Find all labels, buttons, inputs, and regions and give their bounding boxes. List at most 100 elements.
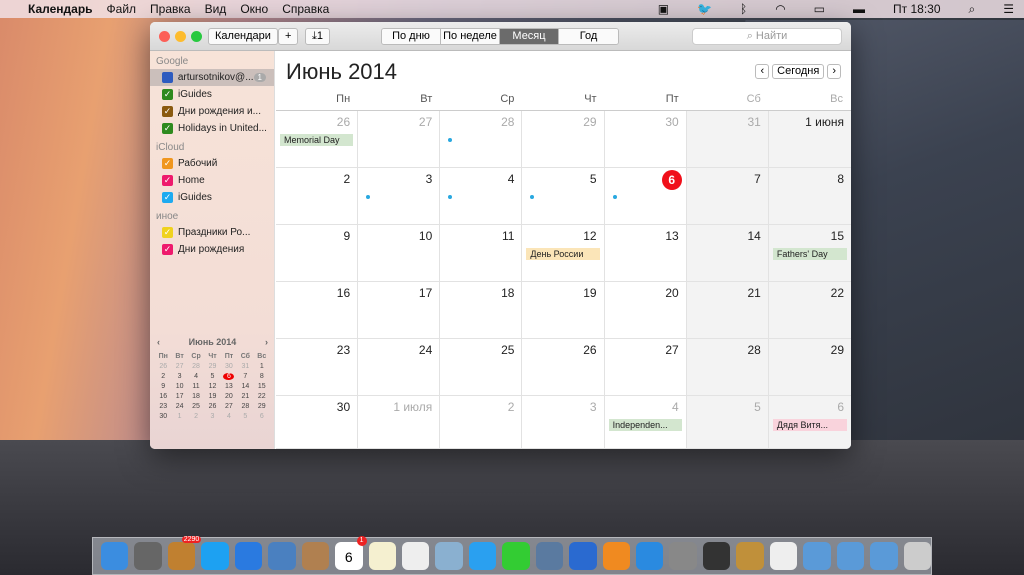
checkbox-icon[interactable]: ✓ bbox=[162, 175, 173, 186]
mini-day[interactable]: 6 bbox=[254, 413, 270, 420]
mini-day[interactable]: 26 bbox=[204, 403, 220, 410]
zoom-button[interactable] bbox=[191, 31, 202, 42]
mini-day[interactable]: 23 bbox=[155, 403, 171, 410]
spotlight-icon[interactable]: ⌕ bbox=[969, 2, 976, 17]
dock-app-icon[interactable] bbox=[669, 542, 697, 570]
dock-app-icon[interactable] bbox=[134, 542, 162, 570]
dock-app-icon[interactable]: 2290 bbox=[167, 536, 202, 570]
calendar-item[interactable]: ✓ Дни рождения и... bbox=[150, 103, 274, 120]
mini-day[interactable]: 2 bbox=[188, 413, 204, 420]
day-cell[interactable]: 29 bbox=[768, 339, 851, 396]
event[interactable]: День России bbox=[526, 248, 600, 260]
mini-day[interactable]: 6 bbox=[221, 373, 237, 380]
day-cell[interactable]: 11 bbox=[440, 225, 523, 282]
day-cell[interactable]: 15 Fathers' Day bbox=[768, 225, 851, 282]
checkbox-icon[interactable]: ✓ bbox=[162, 89, 173, 100]
tab-week[interactable]: По неделе bbox=[441, 29, 500, 44]
calendar-item[interactable]: ✓ iGuides bbox=[150, 86, 274, 103]
day-cell[interactable]: 6 Дядя Витя... bbox=[768, 396, 851, 449]
day-cell[interactable]: 30 bbox=[276, 396, 359, 449]
mini-day[interactable]: 27 bbox=[221, 403, 237, 410]
checkbox-icon[interactable]: ✓ bbox=[162, 192, 173, 203]
display-icon[interactable]: ▣ bbox=[658, 2, 669, 16]
dock-app-icon[interactable] bbox=[836, 542, 865, 570]
calendar-item[interactable]: ✓ Рабочий bbox=[150, 155, 274, 172]
twitter-icon[interactable]: 🐦 bbox=[697, 2, 712, 16]
clock[interactable]: Пт 18:30 bbox=[893, 2, 940, 16]
calendar-item[interactable]: artursotnikov@... 1 bbox=[150, 69, 274, 86]
mini-day[interactable]: 1 bbox=[254, 363, 270, 370]
menu-window[interactable]: Окно bbox=[240, 2, 268, 16]
dock-app-icon[interactable] bbox=[502, 542, 530, 570]
mini-day[interactable]: 30 bbox=[155, 413, 171, 420]
day-cell[interactable]: 21 bbox=[686, 282, 769, 339]
day-cell[interactable]: 12 День России bbox=[522, 225, 605, 282]
mini-day[interactable]: 29 bbox=[204, 363, 220, 370]
mini-day[interactable]: 4 bbox=[221, 413, 237, 420]
menu-app[interactable]: Календарь bbox=[28, 2, 93, 16]
mini-day[interactable]: 13 bbox=[221, 383, 237, 390]
calendar-item[interactable]: ✓ Holidays in United... bbox=[150, 120, 274, 137]
event[interactable]: Catch-a-plane bbox=[444, 134, 455, 146]
menu-edit[interactable]: Правка bbox=[150, 2, 191, 16]
menu-file[interactable]: Файл bbox=[107, 2, 137, 16]
mini-day[interactable]: 29 bbox=[254, 403, 270, 410]
day-cell[interactable]: 8 bbox=[768, 168, 851, 225]
event[interactable]: Дядя Витя... bbox=[772, 419, 847, 431]
event[interactable]: Деливери к... bbox=[609, 191, 620, 203]
event[interactable]: Delivery Club... bbox=[444, 191, 455, 203]
flag-icon[interactable]: ▬ bbox=[853, 2, 865, 16]
mini-day[interactable]: 16 bbox=[155, 393, 171, 400]
dock-app-icon[interactable] bbox=[702, 542, 731, 570]
mini-day[interactable]: 24 bbox=[171, 403, 187, 410]
day-cell[interactable]: 26 bbox=[522, 339, 605, 396]
day-cell[interactable]: 22 bbox=[768, 282, 851, 339]
dock-app-icon[interactable]: 61 bbox=[335, 536, 367, 570]
mini-day[interactable]: 5 bbox=[204, 373, 220, 380]
calendar-item[interactable]: ✓ Home bbox=[150, 172, 274, 189]
dock-app-icon[interactable] bbox=[268, 542, 296, 570]
day-cell[interactable]: 31 bbox=[686, 111, 769, 168]
mini-day[interactable]: 20 bbox=[221, 393, 237, 400]
calendar-item[interactable]: ✓ iGuides bbox=[150, 189, 274, 206]
calendar-item[interactable]: ✓ Дни рождения bbox=[150, 241, 274, 258]
mini-day[interactable]: 14 bbox=[237, 383, 253, 390]
bluetooth-icon[interactable]: ᛒ bbox=[740, 2, 747, 16]
mini-day[interactable]: 25 bbox=[188, 403, 204, 410]
day-cell[interactable]: 16 bbox=[276, 282, 359, 339]
day-cell[interactable]: 3 bbox=[522, 396, 605, 449]
day-cell[interactable]: 24 bbox=[358, 339, 441, 396]
day-cell[interactable]: 29 bbox=[522, 111, 605, 168]
mini-day[interactable]: 4 bbox=[188, 373, 204, 380]
dock-app-icon[interactable] bbox=[101, 542, 129, 570]
day-cell[interactable]: 28 Catch-a-plane bbox=[440, 111, 523, 168]
day-cell[interactable]: 18 bbox=[440, 282, 523, 339]
day-cell[interactable]: 4 Independen... bbox=[604, 396, 687, 449]
event[interactable]: Anews bbox=[362, 191, 373, 203]
day-cell[interactable]: 25 bbox=[440, 339, 523, 396]
mini-day[interactable]: 12 bbox=[204, 383, 220, 390]
dock-app-icon[interactable] bbox=[569, 542, 597, 570]
mini-day[interactable]: 9 bbox=[155, 383, 171, 390]
day-cell[interactable]: 9 bbox=[276, 225, 359, 282]
search-input[interactable]: ⌕ Найти bbox=[692, 28, 842, 45]
minimize-button[interactable] bbox=[175, 31, 186, 42]
checkbox-icon[interactable]: ✓ bbox=[162, 244, 173, 255]
dock-app-icon[interactable] bbox=[368, 542, 396, 570]
day-cell[interactable]: 2 bbox=[440, 396, 523, 449]
event[interactable]: Memorial Day bbox=[280, 134, 354, 146]
dock-app-icon[interactable] bbox=[435, 542, 463, 570]
close-button[interactable] bbox=[159, 31, 170, 42]
dock-app-icon[interactable] bbox=[301, 542, 330, 570]
mini-day[interactable]: 8 bbox=[254, 373, 270, 380]
mini-prev-button[interactable]: ‹ bbox=[157, 337, 160, 347]
event[interactable]: BoodooArt bbox=[526, 191, 537, 203]
day-cell[interactable]: 26 Memorial Day bbox=[276, 111, 359, 168]
mini-day[interactable]: 19 bbox=[204, 393, 220, 400]
day-cell[interactable]: 5 bbox=[686, 396, 769, 449]
add-event-button[interactable]: + bbox=[278, 28, 299, 45]
wifi-icon[interactable]: ◠ bbox=[775, 2, 785, 16]
checkbox-icon[interactable] bbox=[162, 72, 173, 83]
day-cell[interactable]: 20 bbox=[604, 282, 687, 339]
menu-help[interactable]: Справка bbox=[282, 2, 329, 16]
